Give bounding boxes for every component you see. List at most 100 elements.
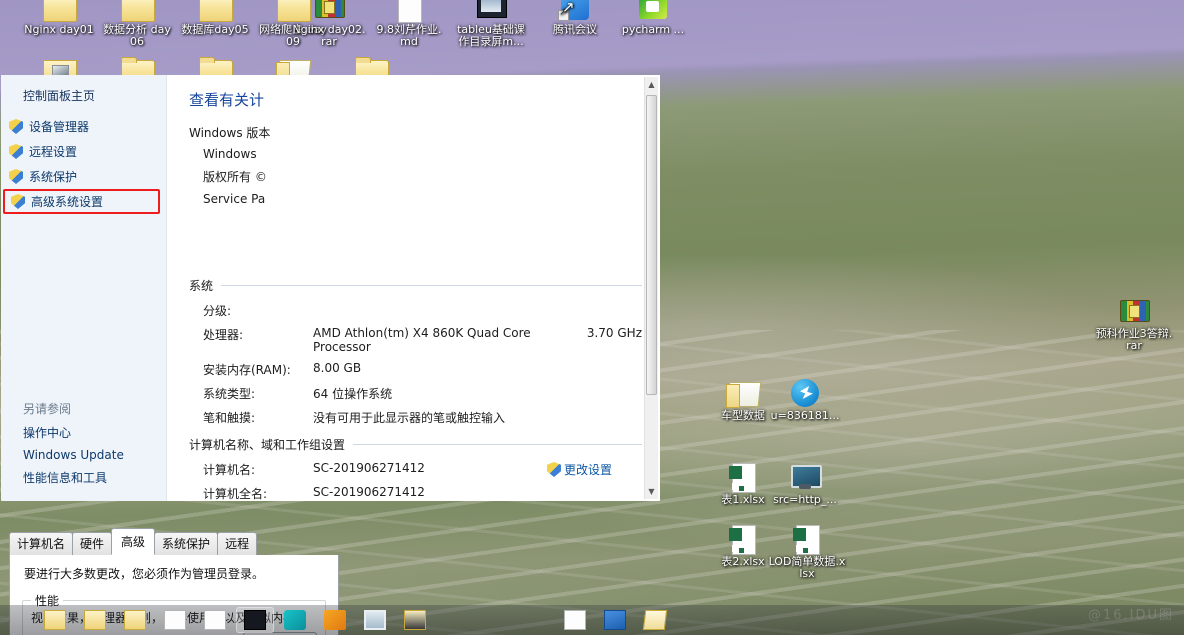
sidebar-item-label: 系统保护	[29, 170, 78, 184]
row-key: 系统类型:	[203, 387, 256, 401]
desktop-icon-data-analysis-day06[interactable]: 数据分析 day06	[100, 0, 174, 48]
folder-icon	[198, 0, 233, 22]
shortcut-arrow-icon	[558, 7, 569, 21]
system-row-ram: 安装内存(RAM): 8.00 GB	[189, 361, 642, 378]
see-also-title: 另请参阅	[23, 402, 72, 416]
see-also-action-center[interactable]: 操作中心	[23, 424, 166, 441]
desktop-icon-lod-simple-data-xlsx[interactable]: LOD简单数据.xlsx	[768, 524, 846, 580]
sidebar-item-device-manager[interactable]: 设备管理器	[1, 114, 166, 139]
scroll-down-arrow-icon[interactable]: ▼	[645, 484, 658, 499]
desktop-icon-tencent-meeting[interactable]: 腾讯会议	[538, 0, 612, 36]
row-value	[313, 302, 642, 319]
shield-icon	[546, 462, 561, 477]
shield-icon	[11, 194, 25, 209]
windows-edition-label: Windows 版本	[189, 126, 271, 140]
row-value: AMD Athlon(tm) X4 860K Quad Core Process…	[313, 326, 531, 354]
desktop-icon-prep-homework3-rar[interactable]: 预科作业3答辩.rar	[1094, 296, 1174, 352]
desktop-icon-nginx-day02-rar[interactable]: Nginx day02.rar	[292, 0, 366, 48]
sidebar-home-link[interactable]: 控制面板主页	[1, 85, 166, 114]
shield-icon	[9, 169, 23, 184]
row-key: 计算机全名:	[203, 487, 268, 501]
system-row-pen-touch: 笔和触摸: 没有可用于此显示器的笔或触控输入	[189, 409, 642, 426]
folder-open-icon	[726, 378, 760, 408]
teal-app-icon	[284, 610, 306, 630]
taskbar-item-orange-app[interactable]	[316, 607, 354, 633]
excel-icon	[726, 524, 760, 555]
shield-icon	[9, 144, 23, 159]
tab-computer-name[interactable]: 计算机名	[9, 532, 74, 555]
sidebar-item-label: 设备管理器	[29, 120, 90, 134]
system-section-header: 系统	[189, 277, 642, 294]
taskbar-item-screen[interactable]	[356, 607, 394, 633]
taskbar-item-folder-2[interactable]	[76, 607, 114, 633]
excel-icon	[726, 462, 760, 493]
browser-circle-icon	[788, 378, 822, 408]
desktop-icon-database-day05[interactable]: 数据库day05	[178, 0, 252, 36]
admin-note: 要进行大多数更改，您必须作为管理员登录。	[24, 567, 265, 581]
scroll-up-arrow-icon[interactable]: ▲	[645, 77, 658, 92]
tab-remote[interactable]: 远程	[217, 532, 258, 555]
taskbar-item-blue-app[interactable]	[596, 607, 634, 633]
tab-system-protection[interactable]: 系统保护	[154, 532, 219, 555]
row-value: SC-201906271412	[313, 485, 425, 499]
sidebar-item-advanced-system-settings[interactable]: 高级系统设置	[3, 189, 160, 214]
see-also-windows-update[interactable]: Windows Update	[23, 448, 166, 462]
system-row-type: 系统类型: 64 位操作系统	[189, 385, 642, 402]
taskbar-item-document-2[interactable]	[196, 607, 234, 633]
windows-edition-row-3: Service Pa	[189, 192, 642, 206]
shield-icon	[9, 119, 23, 134]
windows-edition-line: Windows	[203, 147, 257, 161]
copyright-line: 版权所有 ©	[203, 170, 267, 184]
desktop-icon-src-http[interactable]: src=http_...	[768, 462, 842, 506]
row-key: 分级:	[203, 304, 232, 318]
taskbar-item-folder-open[interactable]	[636, 607, 674, 633]
excel-icon	[790, 524, 824, 555]
row-key: 处理器:	[203, 328, 244, 342]
folder-icon	[84, 610, 106, 630]
sidebar-item-system-protection[interactable]: 系统保护	[1, 164, 166, 189]
screen-icon	[364, 610, 386, 630]
taskbar-item-folder-3[interactable]	[116, 607, 154, 633]
tab-hardware[interactable]: 硬件	[72, 532, 113, 555]
taskbar-item-folder-dark[interactable]	[396, 607, 434, 633]
sidebar-see-also: 另请参阅 操作中心 Windows Update 性能信息和工具	[1, 400, 166, 493]
folder-dark-icon	[404, 610, 426, 630]
taskbar-item-document-3[interactable]	[556, 607, 594, 633]
row-key: 安装内存(RAM):	[203, 363, 291, 377]
taskbar-item-document-1[interactable]	[156, 607, 194, 633]
scrollbar-thumb[interactable]	[646, 95, 657, 395]
row-key: 笔和触摸:	[203, 411, 256, 425]
taskbar[interactable]	[0, 605, 1184, 635]
row-value: 没有可用于此显示器的笔或触控输入	[313, 411, 506, 425]
change-settings-link[interactable]: 更改设置	[546, 461, 612, 478]
winrar-archive-icon	[1117, 296, 1151, 326]
monitor-icon	[788, 462, 822, 492]
content-vertical-scrollbar[interactable]: ▲ ▼	[644, 77, 658, 499]
desktop-icon-tableau-course[interactable]: tableu基础课 作目录屏m...	[450, 0, 532, 48]
desktop-icon-nginx-day01[interactable]: Nginx day01	[22, 0, 96, 36]
blue-app-icon	[604, 610, 626, 630]
control-panel-window[interactable]: ‹ › ▾ ▸ 控制面板 ▸ 所有控制面板项 ▸ 系 文件(F) 编辑(E) 查…	[0, 0, 661, 502]
sidebar-item-label: 高级系统设置	[31, 195, 104, 209]
taskbar-item-console[interactable]	[236, 607, 274, 633]
taskbar-item-teal-app[interactable]	[276, 607, 314, 633]
windows-edition-row-2: 版权所有 ©	[189, 168, 642, 185]
row-value-speed: 3.70 GHz	[586, 326, 642, 340]
sidebar-item-label: 远程设置	[29, 145, 78, 159]
video-file-icon	[474, 0, 508, 22]
system-row-processor: 处理器: AMD Athlon(tm) X4 860K Quad Core Pr…	[189, 326, 642, 354]
folder-icon	[120, 0, 155, 22]
computer-row-fullname: 计算机全名: SC-201906271412	[189, 485, 642, 501]
control-panel-content: 查看有关计 Windows 版本 Windows 版权所有 © Service …	[167, 75, 660, 501]
page-title: 查看有关计	[189, 91, 265, 109]
desktop-icon-u-836181[interactable]: u=836181...	[768, 378, 842, 422]
taskbar-item-folder-1[interactable]	[36, 607, 74, 633]
see-also-performance-info[interactable]: 性能信息和工具	[23, 469, 166, 486]
windows-edition-row-1: Windows	[189, 147, 642, 161]
desktop-icon-liuqin-homework-md[interactable]: 9.8刘芹作业.md	[372, 0, 446, 48]
row-value: 64 位操作系统	[313, 387, 393, 401]
desktop-icon-pycharm[interactable]: pycharm ...	[616, 0, 690, 36]
document-icon	[564, 610, 586, 630]
tab-advanced[interactable]: 高级	[111, 528, 156, 555]
sidebar-item-remote-settings[interactable]: 远程设置	[1, 139, 166, 164]
